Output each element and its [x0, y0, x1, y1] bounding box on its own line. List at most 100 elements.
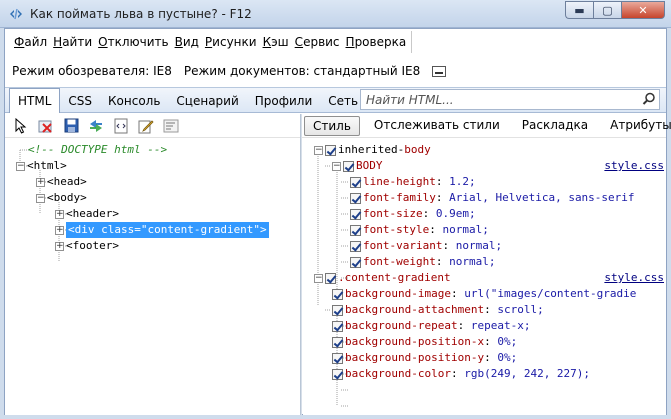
expand-toggle-icon[interactable]: + [55, 225, 64, 235]
tab-profiler[interactable]: Профили [247, 91, 321, 113]
property-checkbox[interactable] [332, 288, 343, 300]
word-wrap-button[interactable] [161, 117, 181, 135]
menu-view[interactable]: Вид [172, 35, 202, 49]
title-bar: Как поймать льва в пустыне? - F12 ▬ ▢ ✕ [0, 0, 671, 28]
tree-node-doctype[interactable]: <!-- DOCTYPE html --> [28, 142, 167, 158]
tree-node-body[interactable]: − <body> [36, 190, 87, 206]
menu-find[interactable]: Найти [50, 35, 95, 49]
menu-file[interactable]: Файл [11, 35, 50, 49]
close-icon: ✕ [638, 3, 648, 17]
property-checkbox[interactable] [332, 320, 343, 332]
style-property[interactable]: background-repeat: repeat-x; [303, 318, 666, 334]
save-button[interactable] [61, 117, 81, 135]
search-box [360, 89, 660, 110]
style-property[interactable]: font-style: normal; [303, 222, 666, 238]
document-mode[interactable]: Режим документов: стандартный IE8 [184, 64, 420, 78]
property-checkbox[interactable] [350, 176, 361, 188]
property-checkbox[interactable] [350, 192, 361, 204]
property-checkbox[interactable] [332, 368, 343, 380]
styles-pane: − inherited - body − BODY style.css line… [303, 139, 666, 415]
tab-html[interactable]: HTML [9, 88, 61, 113]
edit-button[interactable] [136, 117, 156, 135]
cursor-arrow-icon [15, 117, 27, 134]
window-controls: ▬ ▢ ✕ [565, 1, 665, 19]
menu-images[interactable]: Рисунки [202, 35, 260, 49]
property-checkbox[interactable] [350, 208, 361, 220]
maximize-icon: ▢ [602, 3, 613, 17]
tab-trace-styles[interactable]: Отслеживать стили [366, 116, 508, 136]
tree-node-head[interactable]: + <head> [36, 174, 87, 190]
tab-layout[interactable]: Раскладка [514, 116, 596, 136]
style-property[interactable]: line-height: 1.2; [303, 174, 666, 190]
select-element-button[interactable] [11, 117, 31, 135]
devtools-app-icon [10, 8, 22, 20]
collapse-toggle-icon[interactable]: − [314, 145, 323, 155]
pin-window-icon[interactable] [432, 65, 447, 77]
property-checkbox[interactable] [350, 240, 361, 252]
tab-console[interactable]: Консоль [100, 91, 168, 113]
expand-toggle-icon[interactable]: + [55, 241, 64, 251]
search-icon[interactable] [642, 92, 656, 106]
menu-cache[interactable]: Кэш [260, 35, 292, 49]
body-rule[interactable]: − BODY style.css [303, 158, 666, 174]
dom-source-button[interactable] [111, 117, 131, 135]
style-property[interactable]: background-color: rgb(249, 242, 227); [303, 366, 666, 382]
tab-style[interactable]: Стиль [304, 115, 360, 136]
devtools-client: Файл Найти Отключить Вид Рисунки Кэш Сер… [4, 28, 671, 415]
content-gradient-checkbox[interactable] [325, 272, 336, 284]
style-property[interactable]: background-image: url("images/content-gr… [303, 286, 666, 302]
clear-browser-button[interactable] [36, 117, 56, 135]
style-property[interactable]: background-position-y: 0%; [303, 350, 666, 366]
style-property[interactable]: font-size: 0.9em; [303, 206, 666, 222]
style-property[interactable]: font-family: Arial, Helvetica, sans-seri… [303, 190, 666, 206]
mode-bar: Режим обозревателя: IE8 Режим документов… [5, 55, 666, 87]
tab-css[interactable]: CSS [60, 91, 100, 113]
collapse-toggle-icon[interactable]: − [332, 161, 341, 171]
browser-mode[interactable]: Режим обозревателя: IE8 [12, 64, 172, 78]
edit-pencil-icon [138, 119, 154, 133]
property-checkbox[interactable] [350, 224, 361, 236]
style-property[interactable]: background-attachment: scroll; [303, 302, 666, 318]
expand-toggle-icon[interactable]: + [36, 177, 45, 187]
tree-node-html[interactable]: − <html> [16, 158, 67, 174]
window-title: Как поймать льва в пустыне? - F12 [30, 7, 252, 21]
menu-validate[interactable]: Проверка [343, 35, 410, 49]
inherited-group[interactable]: − inherited - body [303, 142, 666, 158]
content-gradient-rule[interactable]: − .content-gradient style.css [303, 270, 666, 286]
pane-splitter[interactable] [300, 114, 302, 415]
property-checkbox[interactable] [350, 256, 361, 268]
code-page-icon [114, 118, 128, 133]
body-rule-source-link[interactable]: style.css [604, 158, 664, 174]
expand-toggle-icon[interactable]: + [55, 209, 64, 219]
inherited-checkbox[interactable] [325, 144, 336, 156]
style-property[interactable]: font-variant: normal; [303, 238, 666, 254]
menu-disable[interactable]: Отключить [95, 35, 171, 49]
word-wrap-icon [163, 119, 179, 132]
tree-node-header[interactable]: + <header> [55, 206, 119, 222]
property-checkbox[interactable] [332, 352, 343, 364]
body-rule-checkbox[interactable] [343, 160, 354, 172]
style-property[interactable]: background-position-x: 0%; [303, 334, 666, 350]
delete-icon [38, 120, 52, 133]
tab-attributes[interactable]: Атрибуты [602, 116, 671, 136]
tab-script[interactable]: Сценарий [168, 91, 246, 113]
property-checkbox[interactable] [332, 304, 343, 316]
search-input[interactable] [361, 90, 631, 109]
maximize-button[interactable]: ▢ [593, 1, 621, 19]
collapse-toggle-icon[interactable]: − [16, 161, 25, 171]
property-checkbox[interactable] [332, 336, 343, 348]
tab-bar: HTML CSS Консоль Сценарий Профили Сеть [5, 87, 666, 113]
close-button[interactable]: ✕ [621, 1, 665, 19]
refresh-button[interactable] [86, 117, 106, 135]
menu-items: Файл Найти Отключить Вид Рисунки Кэш Сер… [11, 31, 413, 53]
style-property[interactable]: font-weight: normal; [303, 254, 666, 270]
content-gradient-source-link[interactable]: style.css [604, 270, 664, 286]
style-toolbar: Стиль Отслеживать стили Раскладка Атрибу… [302, 114, 671, 138]
collapse-toggle-icon[interactable]: − [36, 193, 45, 203]
tree-node-footer[interactable]: + <footer> [55, 238, 119, 254]
menu-tools[interactable]: Сервис [292, 35, 343, 49]
floppy-save-icon [64, 118, 78, 133]
collapse-toggle-icon[interactable]: − [314, 273, 323, 283]
tree-node-content-gradient[interactable]: + <div class="content-gradient"> [55, 222, 269, 238]
minimize-button[interactable]: ▬ [565, 1, 593, 19]
